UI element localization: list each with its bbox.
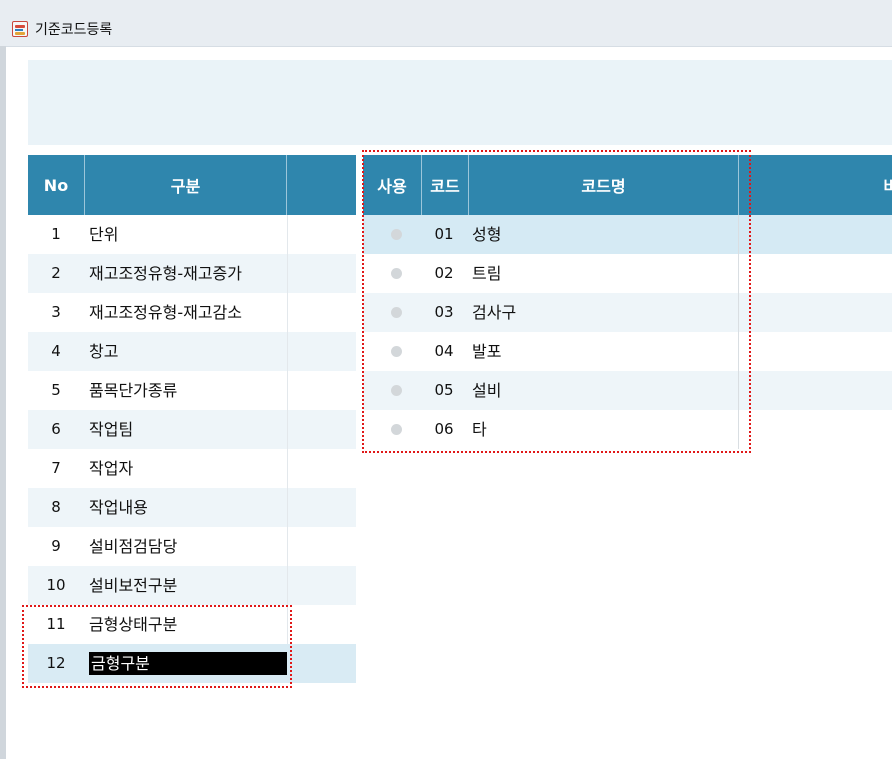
code-grid-row[interactable]: 02 트림 — [363, 254, 892, 293]
use-radio[interactable] — [391, 307, 402, 318]
left-grid-row[interactable]: 8 작업내용 — [28, 488, 356, 527]
row-code: 05 — [434, 381, 454, 399]
row-category-name: 창고 — [89, 342, 119, 361]
row-number: 7 — [51, 459, 61, 477]
code-grid-row-selected[interactable]: 01 성형 — [363, 215, 892, 254]
row-code: 03 — [434, 303, 454, 321]
row-code-name: 설비 — [472, 381, 502, 400]
left-grid-row[interactable]: 10 설비보전구분 — [28, 566, 356, 605]
row-number: 10 — [46, 576, 66, 594]
row-code-name: 성형 — [472, 225, 502, 244]
left-grid-row-selected[interactable]: 12 금형구분 — [28, 644, 356, 683]
row-category-name-editing[interactable]: 금형구분 — [89, 652, 287, 675]
row-code: 01 — [434, 225, 454, 243]
row-category-name: 작업자 — [89, 459, 134, 478]
window-title: 기준코드등록 — [35, 22, 113, 38]
toolbar-area — [28, 60, 892, 145]
row-code-name: 트림 — [472, 264, 502, 283]
row-category-name: 품목단가종류 — [89, 381, 178, 400]
row-category-name: 재고조정유형-재고증가 — [89, 264, 242, 283]
row-number: 6 — [51, 420, 61, 438]
left-grid-row[interactable]: 3 재고조정유형-재고감소 — [28, 293, 356, 332]
left-grid-row[interactable]: 11 금형상태구분 — [28, 605, 356, 644]
code-grid-row[interactable]: 04 발포 — [363, 332, 892, 371]
row-code: 06 — [434, 420, 454, 438]
row-category-name: 금형상태구분 — [89, 615, 178, 634]
use-radio[interactable] — [391, 424, 402, 435]
row-category-name: 작업내용 — [89, 498, 148, 517]
window-left-border — [0, 46, 6, 759]
right-header-code[interactable]: 코드 — [422, 155, 468, 215]
row-number: 1 — [51, 225, 61, 243]
left-grid-row[interactable]: 5 품목단가종류 — [28, 371, 356, 410]
code-grid-row[interactable]: 06 타 — [363, 410, 892, 449]
left-grid-row[interactable]: 1 단위 — [28, 215, 356, 254]
row-code-name: 검사구 — [472, 303, 517, 322]
row-number: 8 — [51, 498, 61, 516]
code-grid-row[interactable]: 05 설비 — [363, 371, 892, 410]
row-code-name: 타 — [472, 420, 487, 439]
row-number: 4 — [51, 342, 61, 360]
use-radio[interactable] — [391, 268, 402, 279]
row-code-name: 발포 — [472, 342, 502, 361]
row-category-name: 단위 — [89, 225, 119, 244]
left-grid-row[interactable]: 7 작업자 — [28, 449, 356, 488]
left-header-category[interactable]: 구분 — [85, 155, 286, 215]
row-number: 12 — [46, 654, 66, 672]
right-header-code-name[interactable]: 코드명 — [469, 155, 738, 215]
window-titlebar: 기준코드등록 — [0, 0, 892, 47]
left-grid-row[interactable]: 9 설비점검담당 — [28, 527, 356, 566]
code-grid-row[interactable]: 03 검사구 — [363, 293, 892, 332]
row-code: 04 — [434, 342, 454, 360]
use-radio[interactable] — [391, 346, 402, 357]
row-category-name: 설비점검담당 — [89, 537, 178, 556]
row-category-name: 설비보전구분 — [89, 576, 178, 595]
right-header-note[interactable]: 비 — [739, 155, 892, 215]
left-header-no[interactable]: No — [28, 155, 84, 215]
row-category-name: 작업팀 — [89, 420, 134, 439]
left-header-extra — [287, 155, 356, 215]
use-radio[interactable] — [391, 229, 402, 240]
row-number: 3 — [51, 303, 61, 321]
use-radio[interactable] — [391, 385, 402, 396]
left-grid-row[interactable]: 4 창고 — [28, 332, 356, 371]
row-number: 9 — [51, 537, 61, 555]
left-grid-row[interactable]: 2 재고조정유형-재고증가 — [28, 254, 356, 293]
left-grid-row[interactable]: 6 작업팀 — [28, 410, 356, 449]
row-number: 11 — [46, 615, 66, 633]
row-code: 02 — [434, 264, 454, 282]
row-number: 5 — [51, 381, 61, 399]
right-header-note-label: 비 — [883, 177, 892, 196]
right-header-use[interactable]: 사용 — [363, 155, 421, 215]
row-category-name: 재고조정유형-재고감소 — [89, 303, 242, 322]
row-number: 2 — [51, 264, 61, 282]
app-icon — [12, 21, 28, 37]
